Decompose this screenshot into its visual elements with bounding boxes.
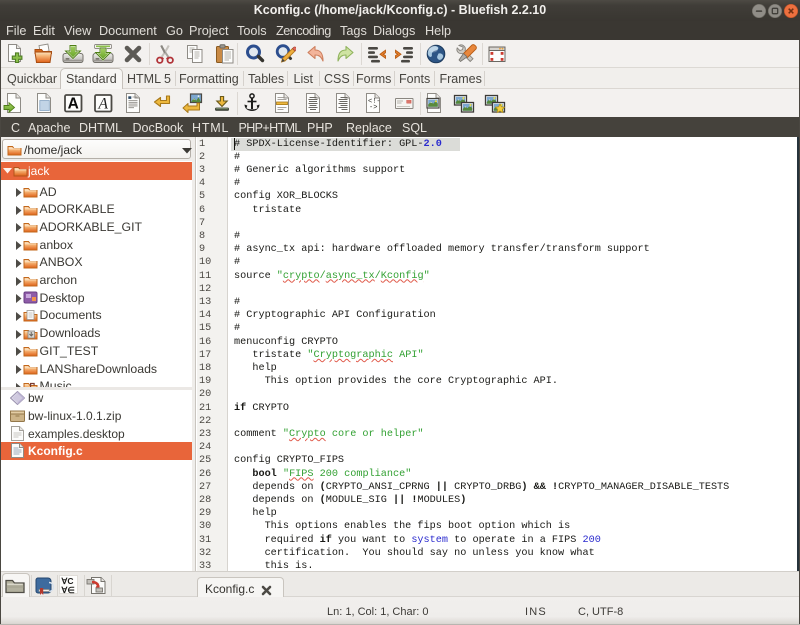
svg-text:->: -> xyxy=(369,104,377,112)
svg-text:A: A xyxy=(68,95,79,112)
svg-text:A: A xyxy=(97,95,108,112)
